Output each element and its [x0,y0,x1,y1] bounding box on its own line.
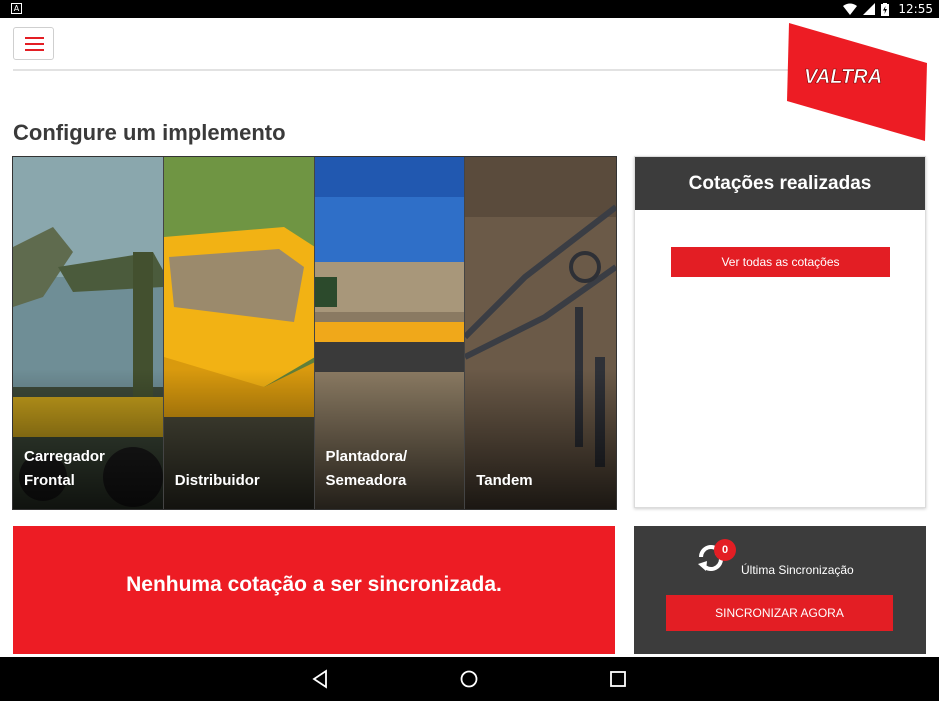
valtra-logo: VALTRA [787,23,927,141]
no-quotes-to-sync-banner: Nenhuma cotação a ser sincronizada. [13,526,615,654]
implement-label: Plantadora/ Semeadora [325,448,408,489]
view-all-quotes-button[interactable]: Ver todas as cotações [671,247,890,277]
sync-panel: 0 Última Sincronização SINCRONIZAR AGORA [634,526,926,654]
quotes-panel: Cotações realizadas Ver todas as cotaçõe… [634,156,926,508]
implement-tile-plantadora-semeadora[interactable]: Plantadora/ Semeadora [314,157,466,509]
hamburger-menu-button[interactable] [13,27,54,60]
menu-icon-bar [25,49,44,51]
implement-tile-carregador-frontal[interactable]: Carregador Frontal [13,157,164,509]
implement-tile-tandem[interactable]: Tandem [465,157,616,509]
clock: 12:55 [898,2,933,16]
back-icon[interactable] [311,669,331,689]
battery-icon [881,2,890,16]
last-sync-label: Última Sincronização [741,563,854,577]
menu-icon-bar [25,37,44,39]
status-icons: 12:55 [843,0,933,18]
home-icon[interactable] [459,669,479,689]
menu-icon-bar [25,43,44,45]
implement-label: Carregador Frontal [24,448,105,489]
wifi-icon [843,3,858,15]
header-divider [13,69,788,71]
quotes-panel-title: Cotações realizadas [635,157,925,210]
pending-sync-count-badge: 0 [714,539,736,561]
status-bar: A 12:55 [0,0,939,18]
navigation-bar [0,657,939,701]
app-notification-icon: A [11,3,22,14]
implement-gallery: Carregador Frontal Distribuidor Plantado… [12,156,617,510]
page-title: Configure um implemento [13,120,286,145]
implement-label: Tandem [476,472,533,489]
recent-apps-icon[interactable] [608,669,628,689]
signal-icon [863,3,876,15]
implement-tile-distribuidor[interactable]: Distribuidor [163,157,315,509]
logo-text: VALTRA [804,66,882,88]
implement-label: Distribuidor [174,472,260,489]
sync-now-button[interactable]: SINCRONIZAR AGORA [666,595,893,631]
